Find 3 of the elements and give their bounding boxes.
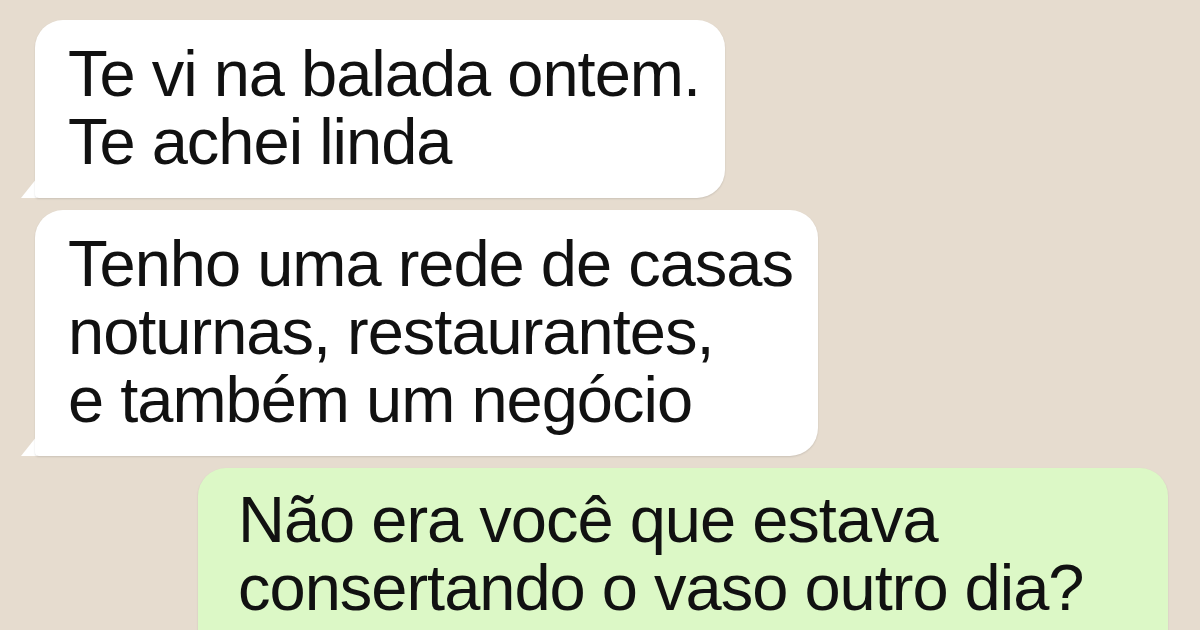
message-bubble: Te vi na balada ontem. Te achei linda xyxy=(21,20,726,198)
message-bubble: Não era você que estava consertando o vaso outro dia? xyxy=(198,468,1168,630)
message-bubble: Tenho uma rede de casas noturnas, restaurantes, e também um negócio xyxy=(21,210,818,456)
